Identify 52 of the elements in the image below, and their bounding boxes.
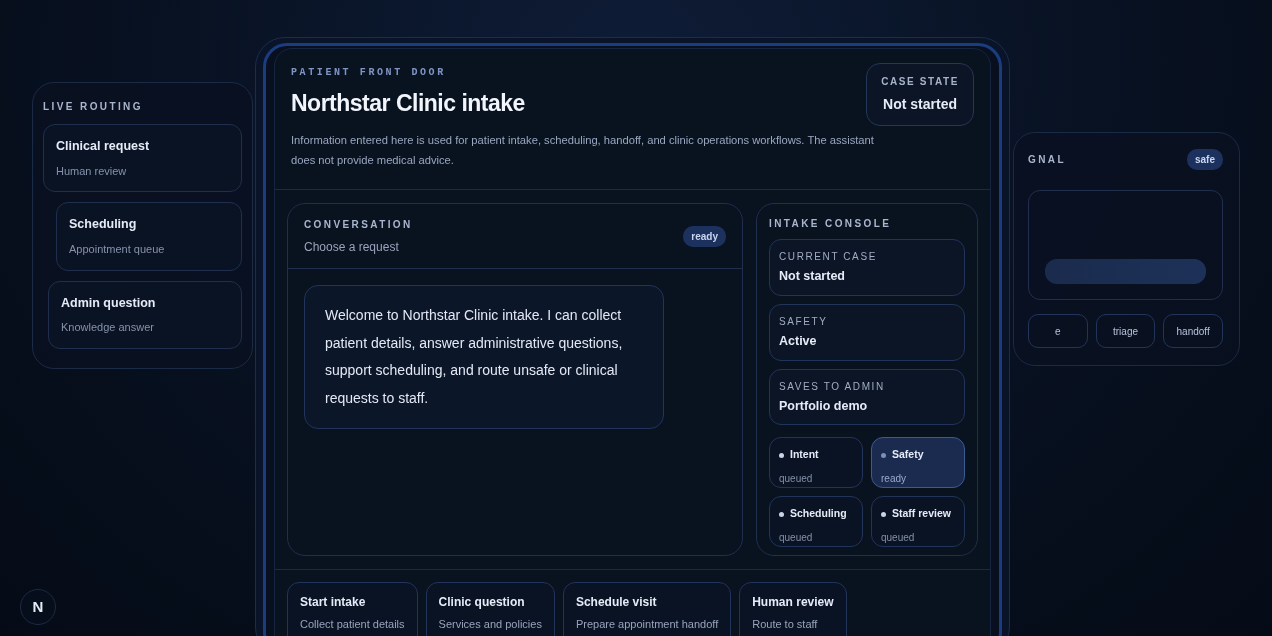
tag-chip: e (1028, 314, 1088, 348)
panel-heading: LIVE ROUTING (43, 100, 144, 114)
status-badge: safe (1187, 149, 1223, 170)
quick-action-button[interactable]: Human review Route to staff (739, 582, 847, 636)
tile-value: Portfolio demo (779, 397, 869, 415)
stage-tile[interactable]: Staff review queued (871, 496, 965, 548)
tile-label: CURRENT CASE (779, 250, 878, 264)
route-card[interactable]: Admin question Knowledge answer (48, 280, 242, 349)
tag-chip: handoff (1163, 314, 1223, 348)
quick-action-button[interactable]: Clinic question Services and policies (425, 582, 555, 636)
route-title: Admin question (61, 294, 157, 312)
page-title: Northstar Clinic intake (291, 89, 525, 118)
tile-value: Not started (779, 268, 846, 285)
stage-name: Staff review (892, 506, 951, 522)
eyebrow-label: PATIENT FRONT DOOR (291, 66, 447, 80)
stage-name: Intent (790, 447, 819, 463)
tile-value: Active (779, 332, 818, 350)
stage-tile[interactable]: Intent queued (769, 437, 863, 489)
section-heading: INTAKE CONSOLE (769, 217, 893, 231)
logo-badge[interactable]: N (20, 589, 56, 625)
tile-label: SAVES TO ADMIN (779, 379, 886, 394)
case-state-label: CASE STATE (881, 75, 959, 89)
stage-tile[interactable]: Scheduling queued (769, 496, 863, 548)
route-title: Clinical request (56, 138, 151, 155)
status-badge: ready (683, 226, 726, 247)
dot-icon (881, 452, 886, 458)
stage-tile[interactable]: Safety ready (871, 437, 965, 489)
chat-message: Welcome to Northstar Clinic intake. I can collect patient details, answer administrative questions, support scheduling, and route unsafe or clinical requests to staff. (304, 285, 664, 429)
route-title: Scheduling (69, 216, 138, 234)
stage-status: queued (881, 531, 916, 545)
dot-icon (779, 452, 784, 458)
tag-chip: triage (1095, 314, 1156, 348)
case-state-value: Not started (882, 95, 958, 114)
notice-text: Information entered here is used for patient intake, scheduling, handoff, and clinic operations workflows. The assistant does not provide medical advice. (291, 133, 875, 168)
stage-status: queued (779, 472, 814, 486)
quick-action-button[interactable]: Schedule visit Prepare appointment handoff (562, 582, 732, 636)
section-subtitle: Choose a request (304, 239, 400, 256)
route-subtitle: Appointment queue (69, 242, 166, 257)
stage-name: Safety (892, 447, 924, 463)
section-heading: CONVERSATION (304, 218, 413, 232)
stage-status: ready (881, 472, 907, 486)
route-card[interactable]: Scheduling Appointment queue (56, 202, 242, 271)
stage-status: queued (779, 531, 814, 545)
quick-action-button[interactable]: Start intake Collect patient details (287, 582, 418, 636)
stage-name: Scheduling (790, 506, 847, 522)
dot-icon (779, 511, 784, 517)
tile-label: SAFETY (779, 314, 829, 329)
dot-icon (881, 511, 886, 517)
route-subtitle: Knowledge answer (61, 320, 155, 336)
route-card[interactable]: Clinical request Human review (43, 124, 242, 193)
panel-heading: GNAL (1028, 153, 1066, 167)
route-subtitle: Human review (56, 163, 128, 179)
